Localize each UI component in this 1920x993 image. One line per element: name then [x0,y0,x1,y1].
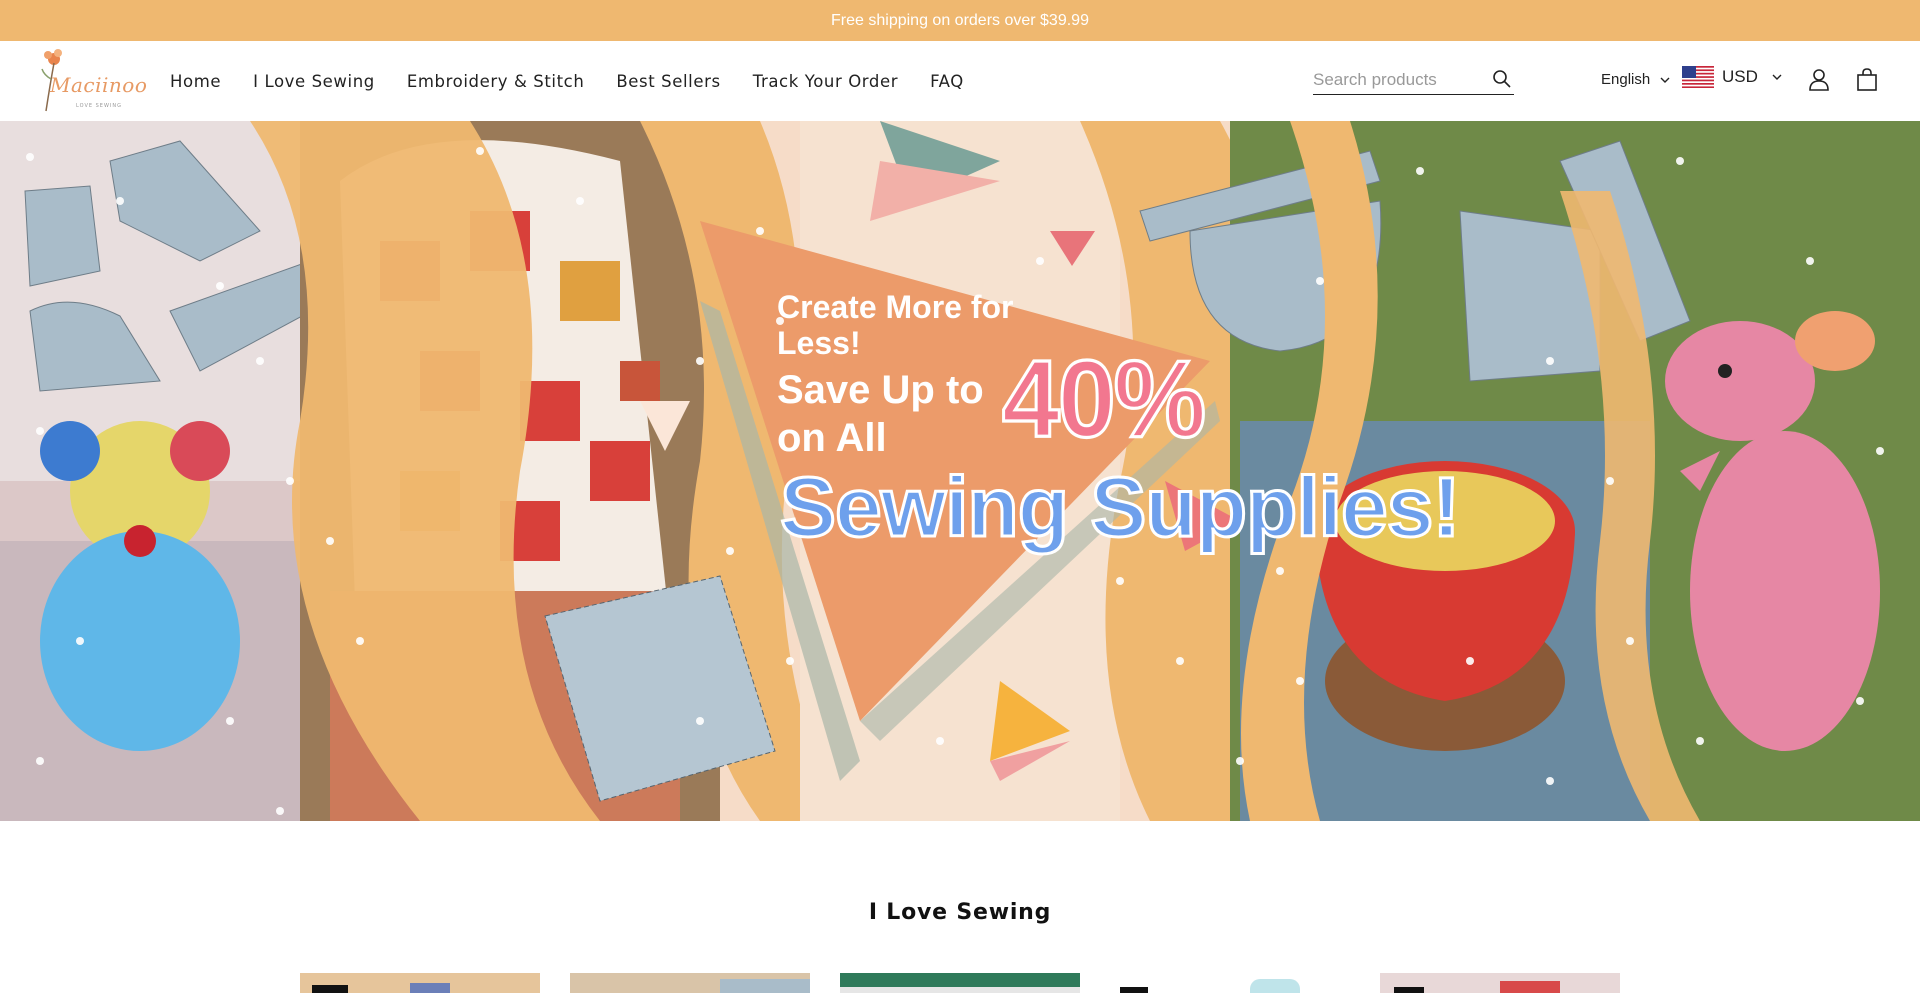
hero-headline-3: Sewing Supplies! [778,460,1461,555]
main-nav: Home I Love Sewing Embroidery & Stitch B… [170,41,996,121]
language-label: English [1601,71,1651,88]
currency-selector[interactable]: USD [1682,66,1782,88]
hero-headline-1: Create More for Less! [777,289,1014,361]
logo-wordmark: Maciinoo [50,73,148,97]
us-flag-icon [1682,66,1714,88]
collection-card[interactable] [300,973,540,993]
collection-cards [300,973,1620,993]
hero-headline-2: Save Up to on All [777,368,984,460]
search-input[interactable] [1313,65,1483,94]
currency-label: USD [1722,67,1758,86]
nav-embroidery-stitch[interactable]: Embroidery & Stitch [407,72,585,91]
nav-track-order[interactable]: Track Your Order [753,72,898,91]
logo-tagline: LOVE SEWING [76,103,122,109]
chevron-down-icon [1660,77,1670,83]
nav-faq[interactable]: FAQ [930,72,964,91]
collection-card[interactable] [840,973,1080,993]
search-icon[interactable] [1492,69,1512,89]
announcement-text: Free shipping on orders over $39.99 [831,11,1089,29]
announcement-bar: Free shipping on orders over $39.99 [0,0,1920,41]
collection-card[interactable] [570,973,810,993]
collection-card[interactable] [1380,973,1620,993]
chevron-down-icon [1772,74,1782,80]
section-title: I Love Sewing [868,900,1052,925]
nav-home[interactable]: Home [170,72,221,91]
search-box [1313,65,1514,95]
cart-icon[interactable] [1856,68,1878,92]
collection-card[interactable] [1110,973,1350,993]
site-header: Maciinoo LOVE SEWING Home I Love Sewing … [0,41,1920,121]
nav-best-sellers[interactable]: Best Sellers [616,72,720,91]
hero-banner[interactable]: Create More for Less! Save Up to on All … [0,121,1920,821]
logo[interactable]: Maciinoo LOVE SEWING [38,45,147,117]
account-icon[interactable] [1808,68,1830,92]
hero-discount: 40% [1000,338,1207,463]
nav-i-love-sewing[interactable]: I Love Sewing [253,72,375,91]
language-selector[interactable]: English [1601,71,1670,88]
